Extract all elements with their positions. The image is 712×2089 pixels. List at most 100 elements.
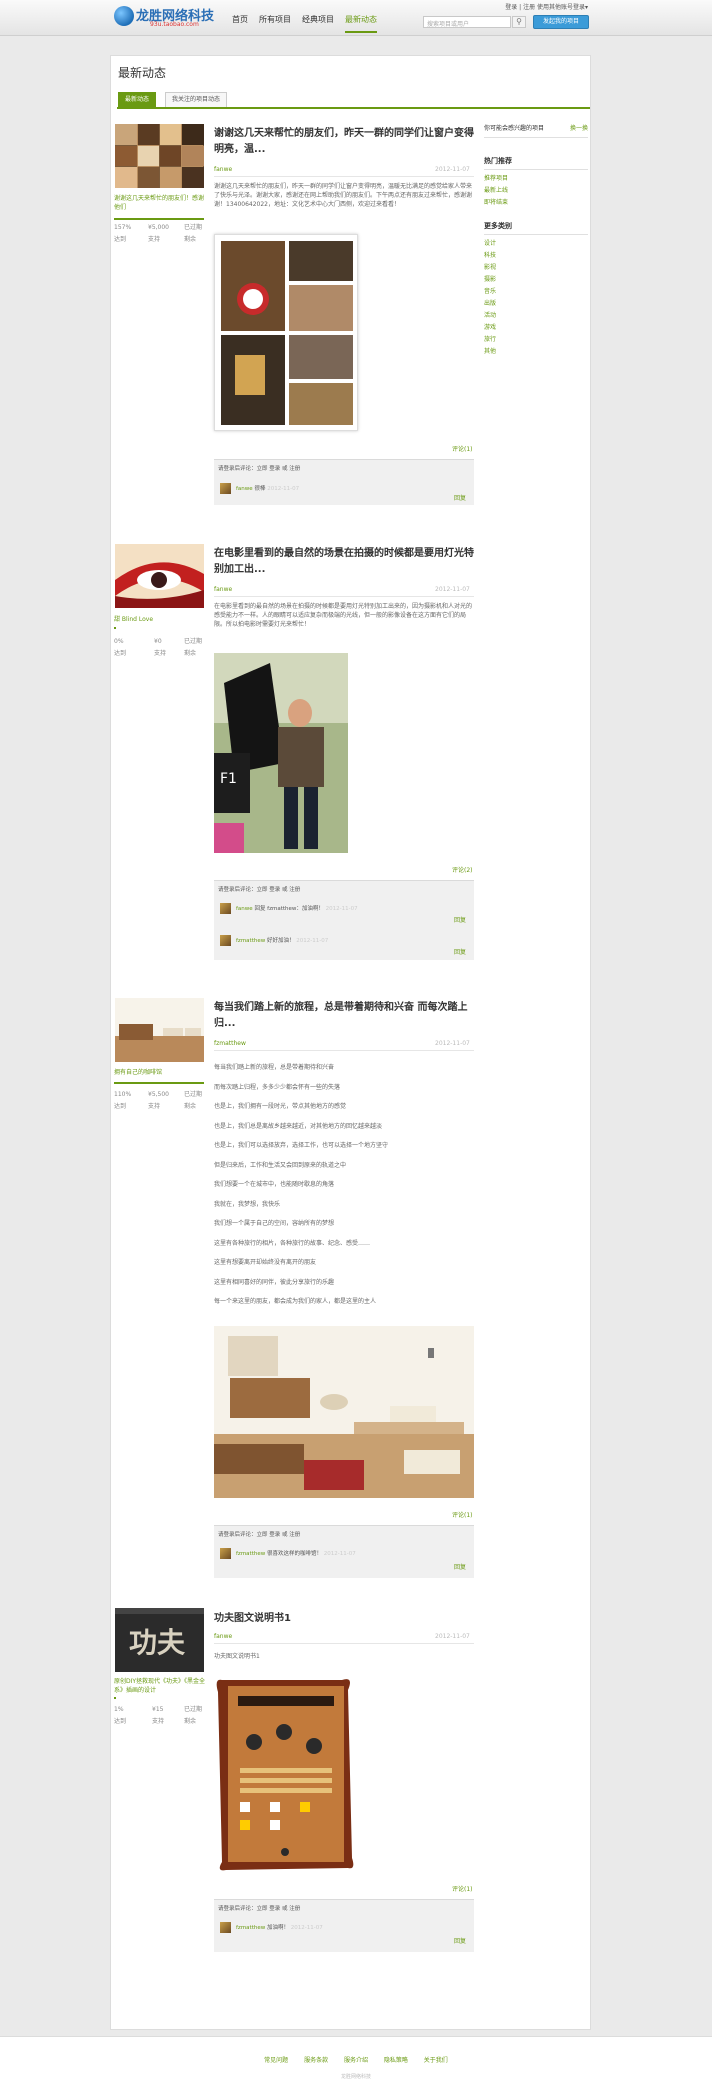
footer-links[interactable]: 常见问题 服务条款 服务介绍 隐私策略 关于我们: [0, 2055, 712, 2064]
comment-user[interactable]: fzmatthew: [236, 1551, 265, 1557]
search-icon[interactable]: ⚲: [512, 16, 526, 28]
project-caption[interactable]: 甜 Blind Love: [114, 615, 206, 624]
reply-link[interactable]: 回复: [454, 1936, 466, 1945]
avatar: [220, 935, 231, 946]
comment-box: 请登录后评论：立即 登录 或 注册 fanwe 回复 fzmatthew：加油啊…: [214, 880, 474, 960]
refresh-link[interactable]: 换一换: [570, 124, 588, 133]
nav-home[interactable]: 首页: [232, 14, 248, 31]
login-links[interactable]: 登录 | 注册 使用其他账号登录▾: [505, 2, 588, 11]
sidebar: 你可能会感兴趣的项目 换一换 热门推荐 推荐项目 最新上线 即将结束 更多类别 …: [484, 124, 588, 358]
comment-time: 2012-11-07: [323, 1551, 356, 1557]
post-title[interactable]: 谢谢这几天来帮忙的朋友们，昨天一群的同学们让窗户变得明亮，温...: [214, 126, 476, 158]
comment-user[interactable]: fanwe: [236, 906, 253, 912]
project-thumbnail[interactable]: [115, 998, 204, 1062]
project-thumbnail[interactable]: [115, 544, 204, 608]
stat-label: 支持: [154, 650, 167, 657]
filming-photo: F1: [214, 653, 348, 853]
category-link[interactable]: 其他: [484, 346, 588, 358]
stat-label: 达到: [114, 650, 127, 657]
post-body: 每当我们踏上新的旅程，总是带着期待和兴奋 而每次踏上归程，多多少少都会怀有一些的…: [214, 1058, 474, 1312]
category-link[interactable]: 游戏: [484, 322, 588, 334]
stat-label: 支持: [148, 1103, 161, 1110]
post-image[interactable]: [214, 1326, 474, 1498]
body-line: 也是上，我们可以选择放弃，选择工作，也可以选择一个地方坚守: [214, 1142, 389, 1149]
category-link[interactable]: 影视: [484, 262, 588, 274]
search-input[interactable]: 搜索项目或用户: [423, 16, 511, 28]
post-author[interactable]: fzmatthew: [214, 1040, 246, 1047]
reply-link[interactable]: 回复: [454, 947, 466, 956]
comment-box: 请登录后评论：立即 登录 或 注册 fanwe 很棒 2012-11-07 回复: [214, 459, 474, 505]
category-link[interactable]: 科技: [484, 250, 588, 262]
hot-link[interactable]: 推荐项目: [484, 173, 588, 185]
comments-link[interactable]: 评论(1): [452, 444, 473, 453]
top-header: 龙胜网络科技 93u.taobao.com 首页 所有项目 经典项目 最新动态 …: [0, 0, 712, 36]
login-prompt[interactable]: 请登录后评论：立即 登录 或 注册: [218, 885, 300, 893]
body-line: 也是上，我们总是离故乡越来越近，对其他地方的回忆越来越淡: [214, 1122, 383, 1130]
eye-illustration: [115, 544, 204, 608]
category-link[interactable]: 设计: [484, 238, 588, 250]
project-caption[interactable]: 原创DIY拯救现代《功夫》《黑金全系》插画的设计: [114, 1677, 206, 1695]
category-link[interactable]: 活动: [484, 310, 588, 322]
login-prompt[interactable]: 请登录后评论：立即 登录 或 注册: [218, 1904, 300, 1912]
comment-text: 好好加油！: [266, 938, 295, 944]
nav-latest-news[interactable]: 最新动态: [345, 14, 377, 33]
comment-user[interactable]: fzmatthew: [236, 938, 265, 944]
comment-user[interactable]: fzmatthew: [236, 1925, 265, 1931]
create-project-button[interactable]: 发起我的项目: [533, 15, 589, 29]
post-title[interactable]: 功夫图文说明书1: [214, 1611, 476, 1627]
category-link[interactable]: 音乐: [484, 286, 588, 298]
reply-link[interactable]: 回复: [454, 493, 466, 502]
stat-value: 0%: [114, 638, 124, 645]
comment-text: 很棒: [254, 486, 266, 492]
site-logo[interactable]: 龙胜网络科技 93u.taobao.com: [114, 4, 214, 30]
project-thumbnail[interactable]: [115, 124, 204, 188]
project-thumbnail[interactable]: 功夫: [115, 1608, 204, 1672]
comment-time: 2012-11-07: [296, 938, 329, 944]
copyright: 龙胜网络科技: [340, 2074, 371, 2080]
reply-link[interactable]: 回复: [454, 915, 466, 924]
login-prompt[interactable]: 请登录后评论：立即 登录 或 注册: [218, 1530, 300, 1538]
avatar: [220, 1548, 231, 1559]
comment-time: 2012-11-07: [267, 486, 300, 492]
footer: 常见问题 服务条款 服务介绍 隐私策略 关于我们 龙胜网络科技: [0, 2036, 712, 2089]
kungfu-thumbnail: 功夫: [115, 1608, 204, 1672]
post-author[interactable]: fanwe: [214, 166, 232, 173]
tab-bar: 最新动态 我关注的项目动态: [117, 92, 590, 109]
comments-link[interactable]: 评论(1): [452, 1510, 473, 1519]
category-link[interactable]: 摄影: [484, 274, 588, 286]
comment: fanwe 回复 fzmatthew：加油啊！ 2012-11-07: [236, 904, 358, 912]
tab-following[interactable]: 我关注的项目动态: [165, 92, 228, 107]
cafe-thumbnail: [115, 998, 204, 1062]
hot-link[interactable]: 即将结束: [484, 197, 588, 209]
sidebar-promo: 你可能会感兴趣的项目 换一换: [484, 124, 588, 133]
project-caption[interactable]: 谢谢这几天来帮忙的朋友们！感谢他们: [114, 194, 206, 212]
stat-value: 已过期: [184, 1091, 203, 1098]
post-image[interactable]: [214, 234, 358, 431]
tab-latest[interactable]: 最新动态: [118, 92, 157, 107]
comments-link[interactable]: 评论(1): [452, 1884, 473, 1893]
comments-link[interactable]: 评论(2): [452, 865, 473, 874]
comment-user[interactable]: fanwe: [236, 486, 253, 492]
comment-time: 2012-11-07: [290, 1925, 323, 1931]
category-link[interactable]: 旅行: [484, 334, 588, 346]
stat-label: 剩余: [184, 1103, 197, 1110]
stat-value: 已过期: [184, 1706, 203, 1713]
nav-classic-projects[interactable]: 经典项目: [302, 14, 334, 31]
svg-text:功夫: 功夫: [129, 1626, 186, 1659]
comment-box: 请登录后评论：立即 登录 或 注册 fzmatthew 加油啊！ 2012-11…: [214, 1899, 474, 1952]
comment: fzmatthew 加油啊！ 2012-11-07: [236, 1923, 323, 1931]
post-date: 2012-11-07: [435, 1040, 470, 1047]
category-link[interactable]: 出版: [484, 298, 588, 310]
reply-link[interactable]: 回复: [454, 1562, 466, 1571]
project-caption[interactable]: 拥有自己的咖啡馆: [114, 1068, 206, 1077]
avatar: [220, 1922, 231, 1933]
post-image[interactable]: [214, 1672, 356, 1874]
hot-link[interactable]: 最新上线: [484, 185, 588, 197]
login-prompt[interactable]: 请登录后评论：立即 登录 或 注册: [218, 464, 300, 472]
post-title[interactable]: 在电影里看到的最自然的场景在拍摄的时候都是要用灯光特别加工出...: [214, 546, 476, 578]
post-image[interactable]: F1: [214, 653, 348, 853]
post-title[interactable]: 每当我们踏上新的旅程，总是带着期待和兴奋 而每次踏上归...: [214, 1000, 476, 1032]
post-author[interactable]: fanwe: [214, 586, 232, 593]
post-author[interactable]: fanwe: [214, 1633, 232, 1640]
nav-all-projects[interactable]: 所有项目: [259, 14, 291, 31]
